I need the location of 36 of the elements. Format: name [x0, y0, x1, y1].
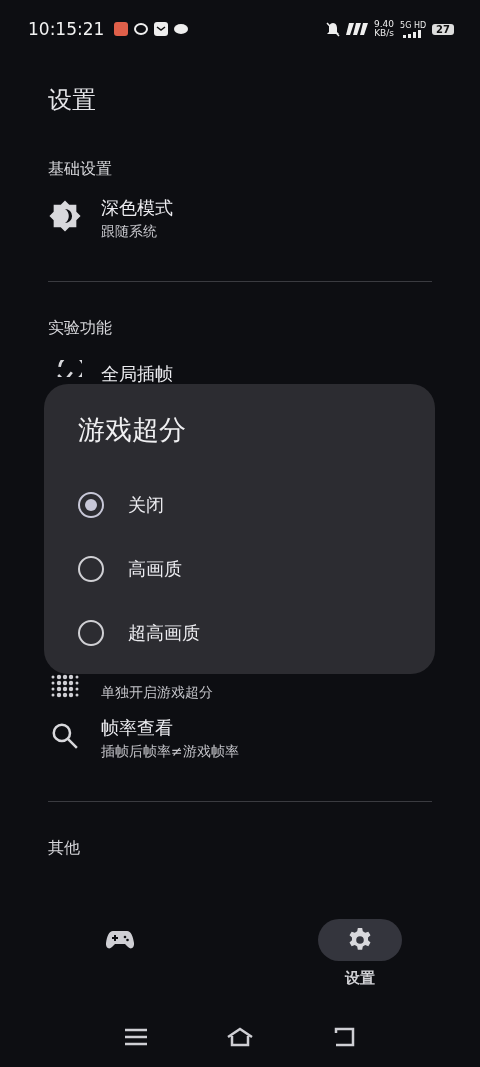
setting-title[interactable]: 帧率查看 — [101, 716, 239, 740]
mail-icon — [154, 22, 169, 36]
battery-level: 27 — [432, 23, 454, 35]
brightness-icon — [48, 199, 82, 233]
mute-icon — [326, 21, 340, 37]
radio-button[interactable] — [78, 556, 104, 582]
setting-title[interactable]: 全局插帧 — [101, 362, 173, 386]
dot-grid-icon — [50, 674, 80, 700]
option-label[interactable]: 关闭 — [128, 493, 164, 517]
back-icon[interactable] — [333, 1027, 355, 1047]
setting-title[interactable]: 深色模式 — [101, 196, 173, 220]
home-icon[interactable] — [227, 1027, 253, 1047]
signal-label: 5G HD — [400, 20, 427, 30]
setting-subtitle: 跟随系统 — [101, 222, 158, 241]
setting-subtitle: 单独开启游戏超分 — [101, 683, 213, 702]
nav-tab[interactable] — [318, 919, 402, 961]
section-heading: 其他 — [47, 837, 81, 859]
menu-icon[interactable] — [125, 1028, 147, 1046]
setting-subtitle: 插帧后帧率≠游戏帧率 — [101, 742, 239, 761]
signal-icon — [403, 29, 424, 38]
section-heading: 实验功能 — [47, 317, 113, 339]
settings-icon — [347, 927, 373, 953]
radio-button[interactable] — [78, 492, 104, 518]
network-speed: 9.40 KB/s — [374, 20, 395, 38]
section-heading: 基础设置 — [47, 158, 113, 180]
ring-icon — [134, 23, 149, 35]
dialog-title: 游戏超分 — [78, 413, 187, 447]
gamepad-icon — [106, 929, 134, 951]
app-icon — [114, 22, 129, 36]
page-title: 设置 — [47, 85, 97, 116]
radio-button[interactable] — [78, 620, 104, 646]
option-label[interactable]: 高画质 — [128, 557, 182, 581]
option-label[interactable]: 超高画质 — [128, 621, 200, 645]
search-icon — [50, 721, 80, 751]
status-time: 10:15:21 — [28, 19, 105, 39]
nav-label: 设置 — [345, 969, 375, 988]
